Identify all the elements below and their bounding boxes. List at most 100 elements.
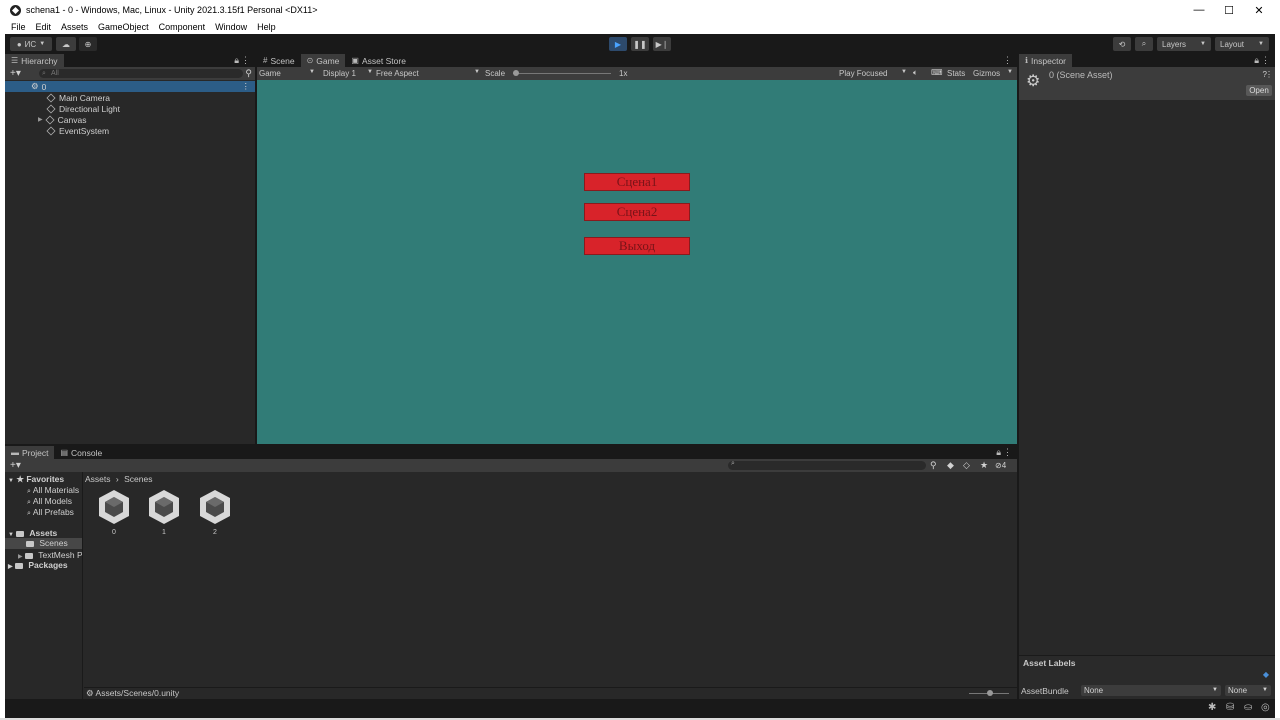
- variant-dropdown[interactable]: None ▼: [1225, 685, 1271, 696]
- bug-icon[interactable]: ✱: [1208, 702, 1216, 713]
- search-by-type-icon[interactable]: ⚲: [930, 460, 937, 471]
- window-titlebar: schena1 - 0 - Windows, Mac, Linux - Unit…: [0, 0, 1280, 20]
- scene2-button[interactable]: Сцена2: [584, 203, 690, 221]
- exit-button[interactable]: Выход: [584, 237, 690, 255]
- menu-gameobject[interactable]: GameObject: [93, 22, 154, 32]
- chevron-right-icon[interactable]: ▶: [38, 116, 43, 123]
- favorite-all-models[interactable]: ⌕ All Models: [27, 496, 72, 507]
- cloud-button[interactable]: ☁: [56, 37, 76, 51]
- tag-icon[interactable]: ◆: [1263, 670, 1269, 679]
- tab-scene[interactable]: # Scene: [257, 54, 301, 67]
- aspect-dropdown[interactable]: Free Aspect: [376, 69, 419, 78]
- favorite-all-materials[interactable]: ⌕ All Materials: [27, 485, 81, 496]
- hierarchy-item-label: Directional Light: [59, 103, 120, 114]
- layers-dropdown[interactable]: Layers ▼: [1157, 37, 1211, 51]
- add-icon[interactable]: +▾: [10, 460, 21, 471]
- hierarchy-item-eventsystem[interactable]: EventSystem: [5, 125, 255, 136]
- more-options-icon[interactable]: ⋮: [242, 81, 251, 92]
- play-button[interactable]: ▶: [609, 37, 627, 51]
- tab-asset-store[interactable]: ▣ Asset Store: [345, 54, 412, 67]
- slider-handle[interactable]: [513, 70, 519, 76]
- progress-icon[interactable]: ◎: [1261, 702, 1270, 713]
- scene-asset-1[interactable]: 1: [144, 488, 184, 536]
- account-dropdown[interactable]: ● ИС ▼: [10, 37, 52, 51]
- scene-asset-2[interactable]: 2: [195, 488, 235, 536]
- menu-component[interactable]: Component: [154, 22, 211, 32]
- menu-file[interactable]: File: [6, 22, 31, 32]
- display-dropdown[interactable]: Display 1: [323, 69, 356, 78]
- gameobject-icon: [46, 103, 56, 114]
- game-tabstrip: # Scene ⊙ Game ▣ Asset Store: [257, 54, 1017, 67]
- search-button[interactable]: ⌕: [1135, 37, 1153, 51]
- tab-hierarchy[interactable]: ☰ Hierarchy: [5, 54, 64, 67]
- search-by-label-icon[interactable]: ◆: [947, 460, 954, 471]
- chevron-down-icon: ▼: [39, 41, 46, 47]
- slider-handle[interactable]: [987, 690, 993, 696]
- pause-button[interactable]: ❚❚: [631, 37, 649, 51]
- lock-icon[interactable]: 🔒︎: [996, 447, 1001, 458]
- tab-game[interactable]: ⊙ Game: [300, 54, 346, 67]
- breadcrumb-scenes[interactable]: Scenes: [124, 474, 152, 484]
- tab-console[interactable]: ▤ Console: [54, 446, 108, 459]
- favorites-section[interactable]: ▼ ★ Favorites: [8, 474, 64, 485]
- maximize-button[interactable]: ☐: [1214, 0, 1244, 20]
- tab-inspector[interactable]: ℹ Inspector: [1019, 54, 1073, 67]
- stats-button[interactable]: Stats: [947, 69, 965, 78]
- mute-audio-icon[interactable]: 🔈︎: [913, 68, 918, 78]
- project-search-input[interactable]: ⌕: [728, 460, 926, 470]
- hierarchy-scene-row[interactable]: ⚙ 0 ⋮: [5, 81, 255, 92]
- scenes-folder[interactable]: Scenes: [5, 538, 82, 549]
- keyboard-icon[interactable]: ⌨: [931, 68, 943, 77]
- chevron-right-icon: ▶: [8, 564, 13, 570]
- favorite-all-prefabs[interactable]: ⌕ All Prefabs: [27, 507, 74, 518]
- breadcrumb-assets[interactable]: Assets: [85, 474, 111, 484]
- scale-slider[interactable]: [513, 70, 611, 76]
- game-view-canvas[interactable]: Сцена1 Сцена2 Выход: [257, 80, 1017, 444]
- hierarchy-item-main-camera[interactable]: Main Camera: [5, 92, 255, 103]
- collab-button[interactable]: ⊕: [79, 37, 97, 51]
- more-options-icon[interactable]: ⋮: [1003, 55, 1012, 66]
- hierarchy-item-canvas[interactable]: ▶ Canvas: [5, 114, 255, 125]
- history-button[interactable]: ⟲: [1113, 37, 1131, 51]
- network-icon[interactable]: ⛁: [1226, 702, 1234, 713]
- window-title: schena1 - 0 - Windows, Mac, Linux - Unit…: [26, 5, 318, 15]
- open-button[interactable]: Open: [1246, 85, 1272, 96]
- scene1-button[interactable]: Сцена1: [584, 173, 690, 191]
- hidden-packages-toggle[interactable]: ⊘4: [995, 461, 1006, 470]
- more-options-icon[interactable]: ⋮: [1261, 55, 1270, 66]
- lock-icon[interactable]: 🔒︎: [1254, 55, 1259, 66]
- menu-edit[interactable]: Edit: [31, 22, 57, 32]
- layout-dropdown[interactable]: Layout ▼: [1215, 37, 1269, 51]
- textmesh-pro-folder[interactable]: ▶ TextMesh Pro: [18, 550, 82, 560]
- gizmos-button[interactable]: Gizmos: [973, 69, 1000, 78]
- packages-folder[interactable]: ▶ Packages: [8, 560, 68, 570]
- hierarchy-item-directional-light[interactable]: Directional Light: [5, 103, 255, 114]
- tag-icon[interactable]: ◇: [963, 460, 970, 471]
- more-options-icon[interactable]: ⋮: [1003, 447, 1012, 458]
- more-options-icon[interactable]: ⋮: [1265, 70, 1273, 79]
- menu-window[interactable]: Window: [210, 22, 252, 32]
- play-focused-dropdown[interactable]: Play Focused: [839, 69, 887, 78]
- cache-icon[interactable]: ⛀: [1244, 702, 1252, 713]
- assetbundle-dropdown[interactable]: None ▼: [1081, 685, 1221, 696]
- more-options-icon[interactable]: ⋮: [241, 55, 250, 66]
- game-mode-dropdown[interactable]: Game: [259, 69, 281, 78]
- add-icon[interactable]: +▾: [10, 68, 21, 79]
- chevron-down-icon: ▼: [474, 69, 480, 75]
- filter-icon[interactable]: ⚲: [245, 68, 252, 79]
- scene-asset-0[interactable]: 0: [94, 488, 134, 536]
- lock-icon[interactable]: 🔒︎: [234, 55, 239, 66]
- step-button[interactable]: ▶❘: [653, 37, 671, 51]
- zoom-slider[interactable]: [969, 690, 1009, 696]
- minimize-button[interactable]: —: [1184, 0, 1214, 20]
- close-button[interactable]: ✕: [1244, 0, 1274, 20]
- tab-project[interactable]: ▬ Project: [5, 446, 55, 459]
- hierarchy-search-input[interactable]: ⌕ All: [39, 69, 243, 78]
- menu-help[interactable]: Help: [252, 22, 281, 32]
- hidden-count: 4: [1001, 461, 1007, 470]
- assets-folder[interactable]: ▼ Assets: [8, 528, 57, 538]
- menu-assets[interactable]: Assets: [56, 22, 93, 32]
- inspector-header: ⚙ 0 (Scene Asset) ? ⋮ Open: [1019, 67, 1275, 100]
- star-icon[interactable]: ★: [980, 460, 988, 471]
- account-label: ИС: [24, 39, 37, 49]
